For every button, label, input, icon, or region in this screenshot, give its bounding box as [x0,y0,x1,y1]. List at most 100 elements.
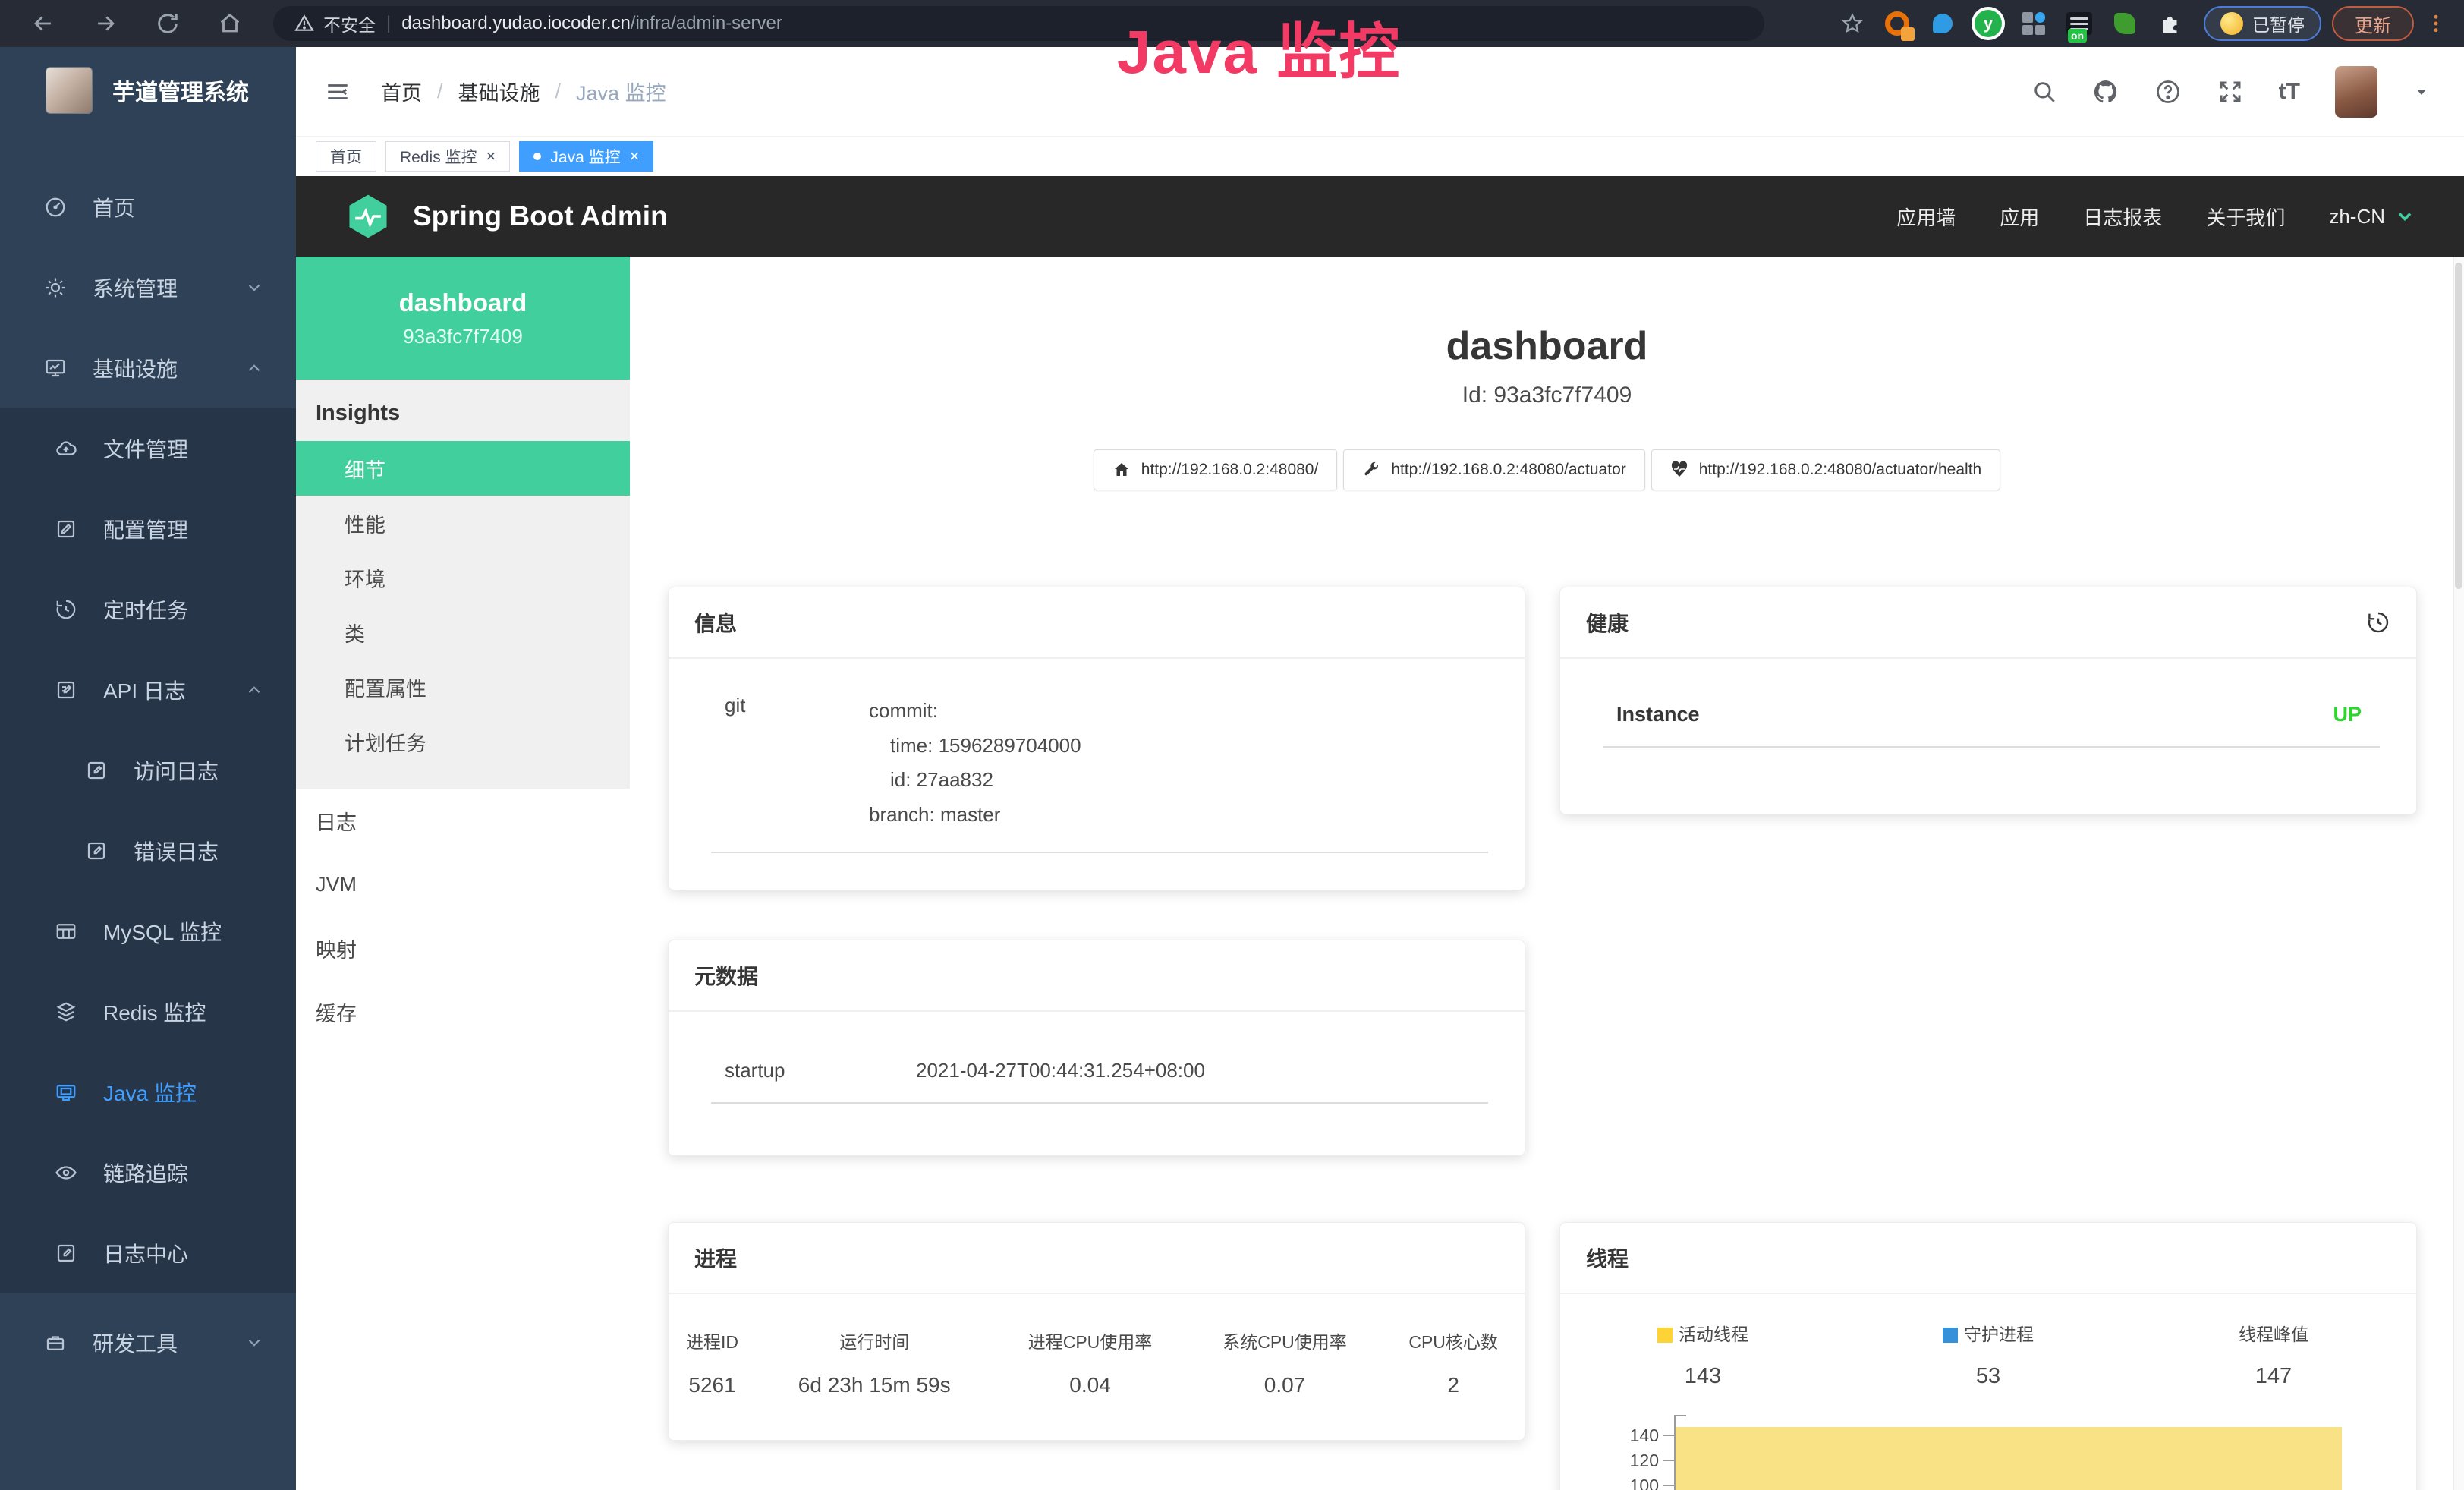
extension-pin-icon[interactable] [1927,8,1959,39]
extension-y-icon[interactable]: y [1972,8,2004,39]
extensions-puzzle-icon[interactable] [2154,8,2186,39]
fullscreen-icon[interactable] [2217,78,2244,106]
extension-leaf-icon[interactable] [2109,8,2141,39]
scrollbar-thumb[interactable] [2455,263,2462,589]
search-icon[interactable] [2031,79,2057,105]
breadcrumb-home[interactable]: 首页 [381,77,422,106]
close-icon[interactable]: × [630,146,640,166]
crt-monitor-icon [55,1081,77,1104]
sba-item-mappings[interactable]: 映射 [296,916,630,980]
github-icon[interactable] [2092,78,2119,106]
sidebar-item-dev-tools[interactable]: 研发工具 [0,1303,296,1383]
sba-nav-journal[interactable]: 日志报表 [2083,203,2162,231]
app-logo-row[interactable]: 芋道管理系统 [0,47,296,114]
edit-square-icon [55,518,77,540]
user-avatar[interactable] [2335,66,2377,118]
tab-redis-monitor[interactable]: Redis 监控 × [385,141,510,172]
browser-menu-kebab-icon[interactable] [2425,12,2447,35]
sba-item-logs[interactable]: 日志 [296,789,630,852]
address-bar[interactable]: 不安全 | dashboard.yudao.iocoder.cn/infra/a… [273,6,1764,41]
sidebar-item-tracing[interactable]: 链路追踪 [0,1132,296,1213]
sidebar-item-config-manage[interactable]: 配置管理 [0,489,296,569]
daemon-threads-value: 53 [1846,1364,2131,1389]
row-divider [711,1102,1488,1104]
sba-item-config-props[interactable]: 配置属性 [296,660,630,714]
breadcrumb-infra[interactable]: 基础设施 [458,77,540,106]
sidebar-item-redis-monitor[interactable]: Redis 监控 [0,972,296,1052]
process-col-sys-cpu: 系统CPU使用率 [1188,1323,1382,1358]
info-row-value: commit: time: 1596289704000 id: 27aa832 … [869,694,1081,832]
sba-item-caches[interactable]: 缓存 [296,980,630,1044]
sidebar-item-api-log[interactable]: API 日志 [0,650,296,730]
close-icon[interactable]: × [486,146,496,166]
profile-avatar-emoji [2220,12,2243,35]
sba-item-jvm[interactable]: JVM [296,852,630,916]
actuator-url-button[interactable]: http://192.168.0.2:48080/actuator [1343,449,1644,490]
annotation-overlay-text: Java 监控 [1117,3,1401,91]
sidebar-item-log-center[interactable]: 日志中心 [0,1213,296,1293]
home-icon[interactable] [203,6,256,41]
back-icon[interactable] [17,6,70,41]
font-size-icon[interactable]: tT [2279,79,2300,105]
log-edit-icon [55,679,77,701]
sidebar-item-scheduled-jobs[interactable]: 定时任务 [0,569,296,650]
service-url-button[interactable]: http://192.168.0.2:48080/ [1094,449,1338,490]
sidebar-item-infra[interactable]: 基础设施 [0,328,296,408]
extension-switch-on-icon[interactable]: on [2063,8,2095,39]
reload-icon[interactable] [141,6,194,41]
url-path[interactable]: /infra/admin-server [631,13,782,34]
help-icon[interactable] [2154,78,2182,106]
collapse-menu-icon[interactable] [323,79,352,105]
metadata-row-value: 2021-04-27T00:44:31.254+08:00 [916,1059,1205,1082]
threads-area-chart: 140 120 100 [1606,1410,2401,1490]
sba-content: dashboard Id: 93a3fc7f7409 http://192.16… [630,257,2464,1490]
health-url-button[interactable]: http://192.168.0.2:48080/actuator/health [1651,449,2000,490]
sba-instance-header[interactable]: dashboard 93a3fc7f7409 [296,257,630,380]
info-card: 信息 git commit: time: 1596289704000 id: 2… [668,587,1525,890]
security-label[interactable]: 不安全 [323,11,376,36]
sba-nav-about[interactable]: 关于我们 [2206,203,2285,231]
metadata-row-label: startup [725,1059,916,1082]
dashboard-icon [44,196,67,219]
process-uptime: 6d 23h 15m 59s [756,1358,993,1402]
update-browser-button[interactable]: 更新 [2332,6,2414,41]
sidebar-item-file-manage[interactable]: 文件管理 [0,408,296,489]
sba-item-scheduled-tasks[interactable]: 计划任务 [296,714,630,769]
legend-peak-threads: 线程峰值 [2131,1320,2416,1346]
url-host[interactable]: dashboard.yudao.iocoder.cn [401,13,631,34]
sba-nav-wallboard[interactable]: 应用墙 [1896,203,1956,231]
sba-item-classes[interactable]: 类 [296,605,630,660]
forward-icon[interactable] [79,6,132,41]
tab-home[interactable]: 首页 [316,141,376,172]
sba-item-details[interactable]: 细节 [296,441,630,496]
layers-icon [55,1000,77,1023]
sba-brand[interactable]: Spring Boot Admin [345,193,668,240]
tick-mark [1663,1460,1674,1461]
user-menu-caret-icon[interactable] [2412,83,2431,101]
legend-blue-swatch [1943,1328,1958,1343]
sidebar-item-system[interactable]: 系统管理 [0,247,296,328]
sba-nav-applications[interactable]: 应用 [2000,203,2039,231]
extension-grid-icon[interactable] [2018,8,2050,39]
info-card-title: 信息 [694,607,737,638]
sidebar-item-home[interactable]: 首页 [0,167,296,247]
sidebar-item-java-monitor[interactable]: Java 监控 [0,1052,296,1132]
info-row-label: git [725,694,869,832]
insecure-warning-icon[interactable] [294,14,314,33]
health-status-badge: UP [2333,703,2362,726]
app-logo-image [46,67,93,114]
sba-item-environment[interactable]: 环境 [296,550,630,605]
health-history-icon[interactable] [2366,610,2390,635]
sba-item-metrics[interactable]: 性能 [296,496,630,550]
sidebar-item-access-log[interactable]: 访问日志 [0,730,296,811]
bookmark-star-icon[interactable] [1841,12,1864,35]
sidebar-item-mysql-monitor[interactable]: MySQL 监控 [0,891,296,972]
wrench-icon [1362,461,1380,479]
extension-colorzilla-icon[interactable] [1881,8,1913,39]
sidebar-item-error-log[interactable]: 错误日志 [0,811,296,891]
profile-paused-chip[interactable]: 已暂停 [2204,6,2321,41]
metadata-card-title: 元数据 [694,960,758,991]
sba-locale-select[interactable]: zh-CN [2329,205,2415,228]
page-scrollbar[interactable] [2453,257,2464,1490]
tab-java-monitor[interactable]: Java 监控 × [519,141,653,172]
